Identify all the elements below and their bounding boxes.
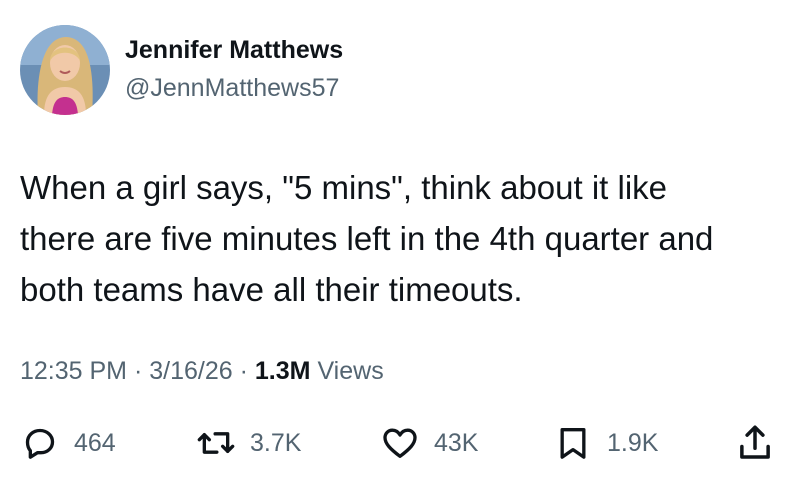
avatar[interactable] [20,25,110,115]
tweet-time[interactable]: 12:35 PM [20,357,127,385]
bookmark-count: 1.9K [607,428,659,457]
tweet-meta: 12:35 PM · 3/16/26 · 1.3M Views [20,357,384,386]
author-display-name[interactable]: Jennifer Matthews [125,36,343,65]
share-icon [740,425,770,459]
views-count[interactable]: 1.3M [255,357,311,385]
meta-separator: · [239,357,248,385]
like-button[interactable]: 43K [380,418,478,468]
tweet-date[interactable]: 3/16/26 [149,357,232,385]
views-label: Views [317,357,384,385]
action-bar: 464 3.7K 43K 1.9K [0,418,800,468]
avatar-image [20,25,110,115]
retweet-icon [197,432,235,454]
share-button[interactable] [734,418,776,468]
retweet-count: 3.7K [250,428,302,457]
like-icon [383,428,417,458]
bookmark-button[interactable]: 1.9K [553,418,658,468]
reply-button[interactable]: 464 [20,418,116,468]
tweet-text-line: When a girl says, "5 mins", think about … [20,169,668,206]
tweet-text-line: both teams have all their timeouts. [20,271,523,308]
like-count: 43K [434,428,479,457]
author-handle[interactable]: @JennMatthews57 [125,74,339,103]
retweet-button[interactable]: 3.7K [196,418,301,468]
reply-count: 464 [74,428,116,457]
meta-separator: · [133,357,143,385]
tweet-text: When a girl says, "5 mins", think about … [20,162,780,315]
reply-icon [25,428,55,459]
bookmark-icon [560,428,586,459]
tweet-text-line: there are five minutes left in the 4th q… [20,220,714,257]
